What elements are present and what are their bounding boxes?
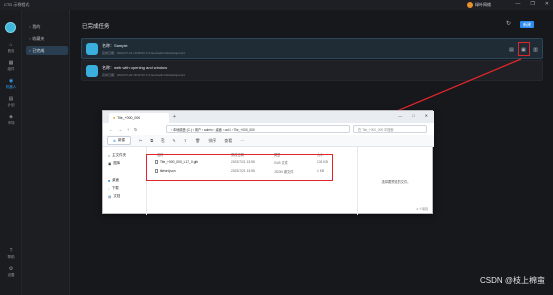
delete-icon[interactable]: 🗑 xyxy=(195,138,200,143)
document-icon: ▤ xyxy=(108,194,112,199)
new-button[interactable]: ⊕ 新建 xyxy=(107,136,131,145)
nav-label: 下载 xyxy=(111,186,119,190)
file-highlight-box xyxy=(146,154,333,181)
refresh-icon[interactable]: ↻ xyxy=(134,127,137,132)
explorer-tabbar: ■ Tile_+000_000 + — □ ✕ xyxy=(103,111,434,123)
explorer-navbar: ← → ↑ ↻ › 本地磁盘 (C:) › 用户 › admin › 桌面 › … xyxy=(103,123,434,135)
new-label: 新建 xyxy=(117,138,125,142)
gallery-icon: ▣ xyxy=(108,161,112,166)
paste-icon[interactable]: ⎘ xyxy=(161,138,164,143)
minimize-button[interactable]: — xyxy=(398,113,402,118)
new-tab-icon[interactable]: + xyxy=(173,114,176,120)
home-icon: ⌂ xyxy=(108,153,111,158)
rename-icon[interactable]: ✎ xyxy=(172,138,175,143)
up-icon[interactable]: ↑ xyxy=(127,127,129,132)
plus-icon: ⊕ xyxy=(113,138,116,143)
desktop-icon: ■ xyxy=(108,178,111,183)
navigation-pane: ⌂ 主文件夹 ▣ 图库 ■ 桌面 ↓ 下载 ▤ 文档 xyxy=(103,147,147,215)
tab-label: Tile_+000_000 xyxy=(117,116,141,120)
address-bar[interactable]: › 本地磁盘 (C:) › 用户 › admin › 桌面 › out1 › T… xyxy=(166,125,350,133)
search-input[interactable]: 在 Tile_+000_000 中搜索 xyxy=(353,125,427,133)
status-text: 2 个项目 xyxy=(416,207,428,211)
explorer-tab[interactable]: ■ Tile_+000_000 xyxy=(109,113,169,123)
folder-icon: ■ xyxy=(113,116,116,120)
nav-label: 主文件夹 xyxy=(112,153,127,157)
watermark: CSDN @枝上棉蛮 xyxy=(479,276,545,285)
more-icon[interactable]: ··· xyxy=(240,138,244,143)
nav-label: 图库 xyxy=(113,161,121,165)
close-button[interactable]: ✕ xyxy=(425,113,428,118)
preview-pane: 选择要预览的文件。 xyxy=(357,147,434,215)
nav-label: 文档 xyxy=(113,194,121,198)
back-icon[interactable]: ← xyxy=(109,127,113,132)
copy-icon[interactable]: ⧉ xyxy=(150,138,153,143)
nav-item-gallery[interactable]: ▣ 图库 xyxy=(108,161,120,166)
nav-label: 桌面 xyxy=(112,178,120,182)
view-button[interactable]: 查看 xyxy=(224,138,232,144)
cut-icon[interactable]: ✂ xyxy=(139,138,142,143)
nav-item-desktop[interactable]: ■ 桌面 xyxy=(108,178,119,183)
nav-item-home[interactable]: ⌂ 主文件夹 xyxy=(108,153,126,158)
nav-item-documents[interactable]: ▤ 文档 xyxy=(108,194,120,199)
share-icon[interactable]: ⇪ xyxy=(184,138,187,143)
download-icon: ↓ xyxy=(108,186,110,191)
forward-icon[interactable]: → xyxy=(118,127,122,132)
nav-item-downloads[interactable]: ↓ 下载 xyxy=(108,186,119,191)
command-bar: ⊕ 新建 ✂ ⧉ ⎘ ✎ ⇪ 🗑 排序 查看 ··· xyxy=(103,135,434,147)
sort-button[interactable]: 排序 xyxy=(208,138,216,144)
maximize-button[interactable]: □ xyxy=(412,113,414,118)
